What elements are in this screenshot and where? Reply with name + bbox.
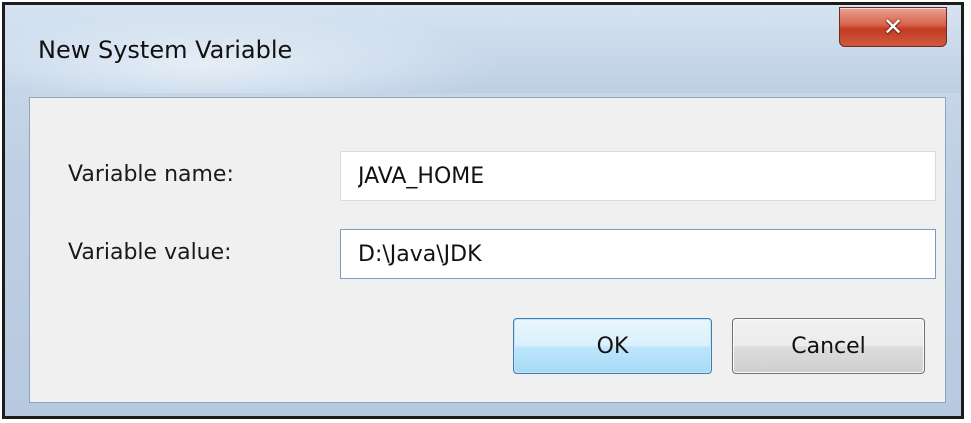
title-bar[interactable]: New System Variable ✕ bbox=[5, 5, 961, 93]
variable-value-label: Variable value: bbox=[68, 240, 232, 265]
dialog-body: Variable name: Variable value: OK Cancel bbox=[29, 97, 946, 403]
close-button[interactable]: ✕ bbox=[839, 7, 947, 47]
variable-name-label: Variable name: bbox=[68, 162, 234, 187]
ok-button[interactable]: OK bbox=[513, 318, 712, 374]
window-title: New System Variable bbox=[38, 36, 293, 64]
close-icon: ✕ bbox=[882, 13, 904, 41]
dialog-window: New System Variable ✕ Variable name: Var… bbox=[2, 2, 964, 419]
cancel-button[interactable]: Cancel bbox=[732, 318, 925, 374]
variable-name-input[interactable] bbox=[340, 151, 936, 201]
variable-value-input[interactable] bbox=[340, 229, 936, 279]
